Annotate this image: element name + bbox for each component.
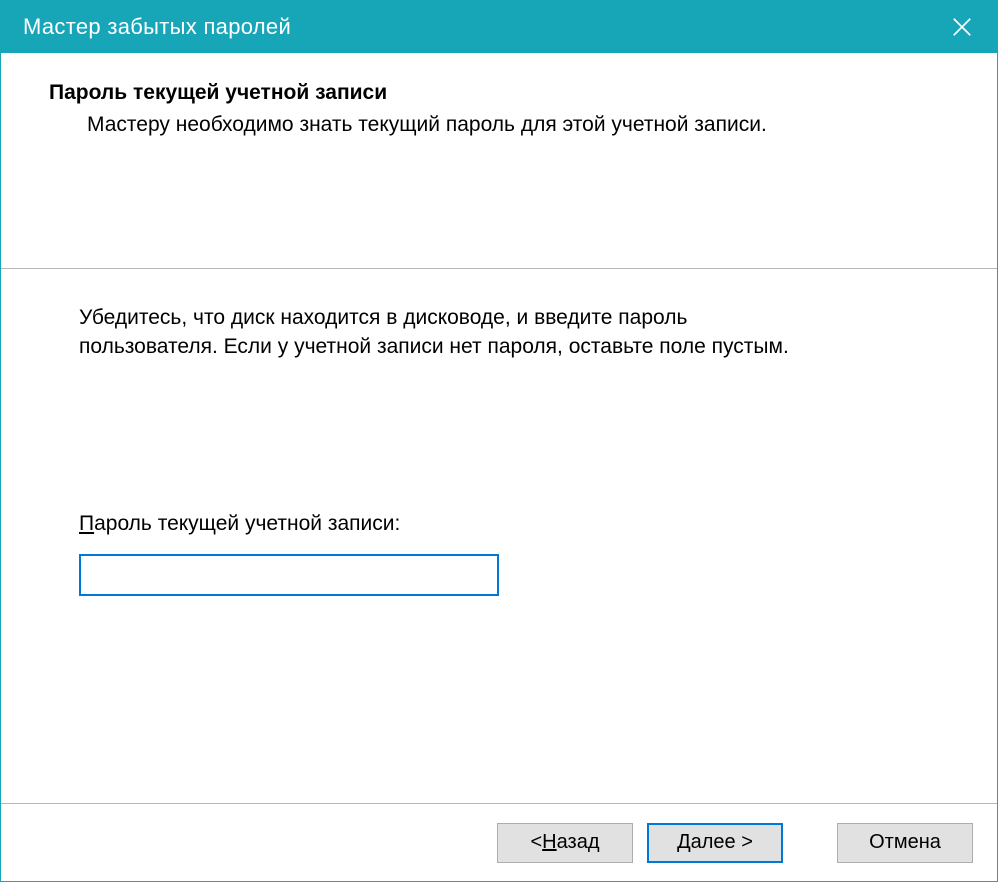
wizard-header: Пароль текущей учетной записи Мастеру не…: [1, 53, 997, 269]
close-icon: [953, 18, 971, 36]
next-button[interactable]: Далее >: [647, 823, 783, 863]
password-field-group: Пароль текущей учетной записи:: [79, 512, 919, 596]
titlebar[interactable]: Мастер забытых паролей: [1, 1, 997, 53]
wizard-content: Убедитесь, что диск находится в дисковод…: [1, 269, 997, 803]
instruction-text: Убедитесь, что диск находится в дисковод…: [79, 303, 799, 362]
password-label: Пароль текущей учетной записи:: [79, 512, 919, 536]
window-title: Мастер забытых паролей: [23, 14, 291, 40]
back-button[interactable]: < Назад: [497, 823, 633, 863]
wizard-step-title: Пароль текущей учетной записи: [49, 81, 949, 105]
cancel-button[interactable]: Отмена: [837, 823, 973, 863]
close-button[interactable]: [927, 1, 997, 53]
wizard-window: Мастер забытых паролей Пароль текущей уч…: [0, 0, 998, 882]
wizard-step-subtitle: Мастеру необходимо знать текущий пароль …: [49, 111, 949, 139]
password-input[interactable]: [79, 554, 499, 596]
wizard-footer: < Назад Далее > Отмена: [1, 803, 997, 881]
